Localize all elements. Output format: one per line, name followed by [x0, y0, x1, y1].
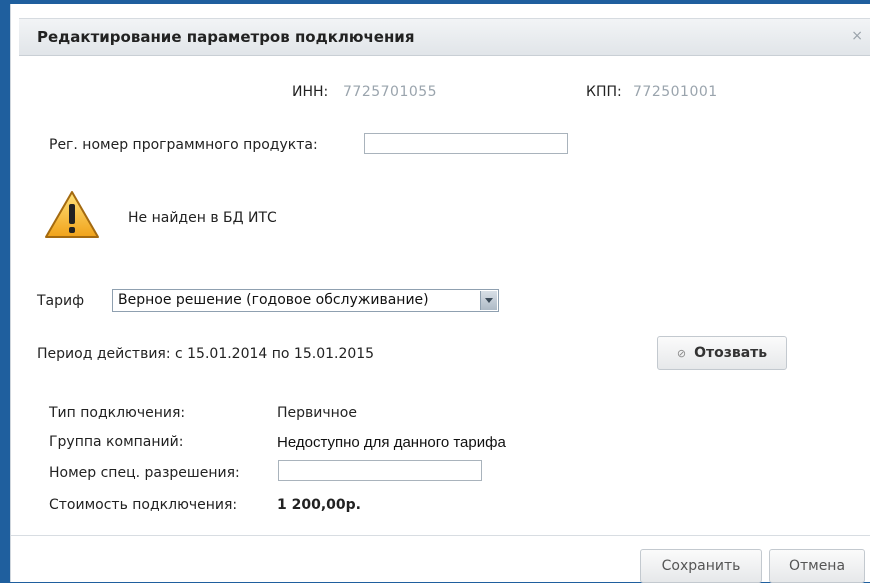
kpp-value: 772501001 — [633, 84, 718, 100]
dialog-title: Редактирование параметров подключения — [37, 28, 415, 46]
save-button[interactable]: Сохранить — [640, 549, 762, 583]
tariff-selected-value: Верное решение (годовое обслуживание) — [118, 292, 429, 308]
tariff-select[interactable]: Верное решение (годовое обслуживание) — [112, 289, 499, 312]
reg-number-label: Рег. номер программного продукта: — [49, 137, 318, 153]
connection-type-label: Тип подключения: — [49, 405, 186, 421]
special-permit-input[interactable] — [278, 460, 482, 481]
revoke-button[interactable]: ⊘ Отозвать — [657, 336, 787, 370]
validity-period: Период действия: с 15.01.2014 по 15.01.2… — [37, 346, 375, 362]
dialog-titlebar: Редактирование параметров подключения × — [19, 18, 870, 56]
connection-cost-label: Стоимость подключения: — [49, 497, 238, 513]
connection-type-value: Первичное — [277, 405, 357, 421]
reg-number-input[interactable] — [364, 133, 568, 154]
warning-icon — [45, 191, 99, 238]
cancel-button[interactable]: Отмена — [769, 549, 865, 583]
warning-text: Не найден в БД ИТС — [128, 210, 277, 226]
revoke-icon: ⊘ — [676, 347, 687, 360]
dialog: Редактирование параметров подключения × … — [10, 4, 870, 583]
company-group-value: Недоступно для данного тарифа — [277, 434, 506, 451]
revoke-button-label: Отозвать — [694, 345, 768, 361]
tariff-label: Тариф — [37, 293, 85, 309]
close-icon[interactable]: × — [851, 28, 863, 44]
special-permit-label: Номер спец. разрешения: — [49, 465, 240, 481]
footer-divider — [11, 535, 870, 536]
inn-value: 7725701055 — [343, 84, 438, 100]
chevron-down-icon[interactable] — [480, 291, 497, 310]
company-group-label: Группа компаний: — [49, 434, 184, 450]
connection-cost-value: 1 200,00р. — [277, 497, 361, 513]
inn-label: ИНН: — [292, 84, 329, 100]
kpp-label: КПП: — [586, 84, 622, 100]
